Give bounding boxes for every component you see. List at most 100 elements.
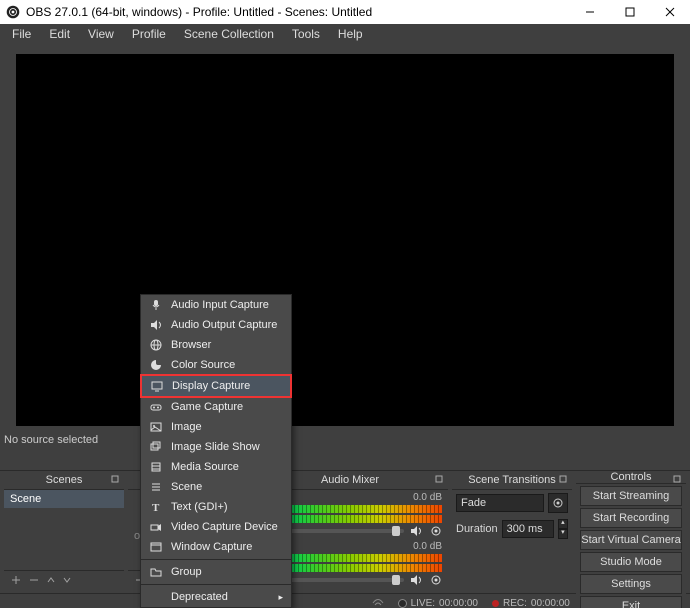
no-source-label: No source selected (0, 432, 690, 452)
menu-audio-output-capture[interactable]: Audio Output Capture (141, 315, 291, 335)
menu-item-label: Image Slide Show (171, 441, 260, 453)
speaker-icon[interactable] (410, 525, 424, 537)
exit-button[interactable]: Exit (580, 596, 682, 608)
live-label: LIVE: (411, 598, 435, 608)
studio-mode-button[interactable]: Studio Mode (580, 552, 682, 572)
speaker-icon[interactable] (410, 574, 424, 586)
menu-game-capture[interactable]: Game Capture (141, 397, 291, 417)
menu-bar: FileEditViewProfileScene CollectionTools… (0, 24, 690, 44)
rec-time: 00:00:00 (531, 598, 570, 608)
menu-file[interactable]: File (4, 25, 39, 43)
menu-item-label: Window Capture (171, 541, 252, 553)
start-recording-button[interactable]: Start Recording (580, 508, 682, 528)
scenes-title: Scenes (46, 474, 83, 486)
popout-icon[interactable] (434, 474, 444, 484)
menu-group[interactable]: Group (141, 562, 291, 582)
menu-item-label: Text (GDI+) (171, 501, 228, 513)
menu-image[interactable]: Image (141, 417, 291, 437)
menu-item-label: Image (171, 421, 202, 433)
menu-window-capture[interactable]: Window Capture (141, 537, 291, 557)
window-title: OBS 27.0.1 (64-bit, windows) - Profile: … (26, 5, 372, 19)
menu-display-capture[interactable]: Display Capture (140, 374, 292, 398)
menu-view[interactable]: View (80, 25, 122, 43)
menu-media-source[interactable]: Media Source (141, 457, 291, 477)
preview-canvas[interactable] (16, 54, 674, 426)
palette-icon (149, 359, 163, 371)
track-level: 0.0 dB (413, 492, 442, 503)
menu-browser[interactable]: Browser (141, 335, 291, 355)
menu-item-label: Game Capture (171, 401, 243, 413)
menu-video-capture-device[interactable]: Video Capture Device (141, 517, 291, 537)
duration-label: Duration (456, 523, 498, 535)
popout-icon[interactable] (672, 474, 682, 484)
menu-item-label: Audio Input Capture (171, 299, 269, 311)
menu-item-label: Browser (171, 339, 211, 351)
start-streaming-button[interactable]: Start Streaming (580, 486, 682, 506)
image-icon (149, 421, 163, 433)
menu-profile[interactable]: Profile (124, 25, 174, 43)
menu-edit[interactable]: Edit (41, 25, 78, 43)
gear-icon[interactable] (430, 525, 442, 537)
folder-icon (149, 566, 163, 578)
menu-tools[interactable]: Tools (284, 25, 328, 43)
scene-list-item[interactable]: Scene (4, 490, 124, 508)
menu-item-label: Group (171, 566, 202, 578)
track-level: 0.0 dB (413, 541, 442, 552)
text-icon: T (149, 501, 163, 513)
popout-icon[interactable] (558, 474, 568, 484)
transitions-panel: Scene Transitions Fade Duration 300 ms ▴… (452, 471, 572, 589)
controls-panel: Controls Start StreamingStart RecordingS… (576, 471, 686, 589)
up-icon[interactable] (46, 575, 56, 585)
minus-icon[interactable] (28, 574, 40, 586)
rec-dot-icon (492, 600, 499, 607)
film-icon (149, 461, 163, 473)
gear-icon[interactable] (430, 574, 442, 586)
controls-title: Controls (611, 471, 652, 483)
add-source-context-menu: Audio Input Capture Audio Output Capture B… (140, 294, 292, 608)
separator (141, 584, 291, 585)
transitions-title: Scene Transitions (468, 474, 555, 486)
menu-audio-input-capture[interactable]: Audio Input Capture (141, 295, 291, 315)
camera-icon (149, 521, 163, 533)
menu-help[interactable]: Help (330, 25, 371, 43)
down-icon[interactable] (62, 575, 72, 585)
mixer-title: Audio Mixer (321, 474, 379, 486)
duration-spinner[interactable]: ▴▾ (558, 519, 568, 539)
menu-item-label: Scene (171, 481, 202, 493)
mic-icon (149, 299, 163, 311)
menu-item-label: Color Source (171, 359, 235, 371)
plus-icon[interactable] (10, 574, 22, 586)
popout-icon[interactable] (110, 474, 120, 484)
transition-select[interactable]: Fade (456, 494, 544, 512)
menu-item-label: Audio Output Capture (171, 319, 277, 331)
gear-icon[interactable] (548, 493, 568, 513)
menu-text-gdi-[interactable]: T Text (GDI+) (141, 497, 291, 517)
menu-scene[interactable]: Scene (141, 477, 291, 497)
menu-item-label: Display Capture (172, 380, 250, 392)
obs-logo-icon (6, 5, 20, 19)
menu-image-slide-show[interactable]: Image Slide Show (141, 437, 291, 457)
menu-item-label: Video Capture Device (171, 521, 278, 533)
settings-button[interactable]: Settings (580, 574, 682, 594)
menu-deprecated[interactable]: Deprecated (141, 587, 291, 607)
globe-icon (149, 339, 163, 351)
preview-area (0, 44, 690, 432)
menu-scene-collection[interactable]: Scene Collection (176, 25, 282, 43)
gamepad-icon (149, 401, 163, 413)
menu-color-source[interactable]: Color Source (141, 355, 291, 375)
close-button[interactable] (650, 0, 690, 24)
menu-item-label: Deprecated (171, 591, 228, 603)
svg-text:T: T (152, 502, 160, 513)
scene-icon (149, 481, 163, 493)
speaker-icon (149, 319, 163, 331)
menu-item-label: Media Source (171, 461, 239, 473)
live-time: 00:00:00 (439, 598, 478, 608)
rec-label: REC: (503, 598, 527, 608)
duration-input[interactable]: 300 ms (502, 520, 554, 538)
source-properties-bar: Filters (0, 452, 690, 471)
maximize-button[interactable] (610, 0, 650, 24)
monitor-icon (150, 380, 164, 392)
start-virtual-camera-button[interactable]: Start Virtual Camera (580, 530, 682, 550)
slides-icon (149, 441, 163, 453)
minimize-button[interactable] (570, 0, 610, 24)
